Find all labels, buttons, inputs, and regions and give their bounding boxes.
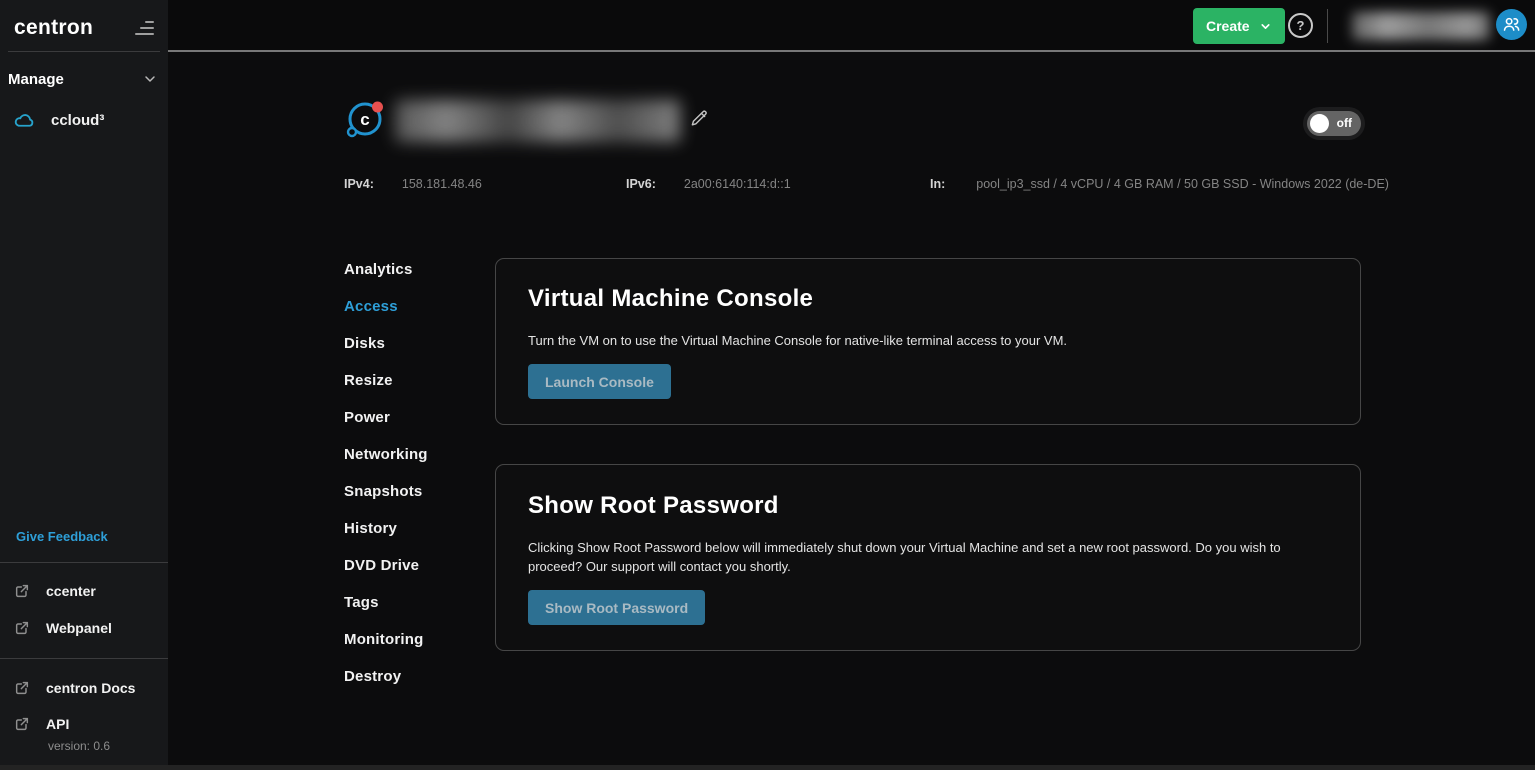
create-button[interactable]: Create	[1193, 8, 1285, 44]
sidebar-link-api[interactable]: API	[0, 712, 168, 736]
vm-name-redacted	[395, 100, 680, 142]
external-link-icon	[14, 583, 30, 599]
ipv6-label: IPv6:	[626, 177, 656, 191]
tab-resize[interactable]: Resize	[344, 373, 428, 389]
tab-monitoring[interactable]: Monitoring	[344, 632, 428, 648]
chevron-down-icon	[142, 71, 158, 87]
cloud-icon	[14, 110, 35, 131]
vm-subnav: Analytics Access Disks Resize Power Netw…	[344, 262, 428, 706]
sidebar-link-label: Webpanel	[46, 620, 112, 636]
sidebar-section-manage[interactable]: Manage	[8, 68, 158, 90]
tab-destroy[interactable]: Destroy	[344, 669, 428, 685]
tab-dvd-drive[interactable]: DVD Drive	[344, 558, 428, 574]
toggle-knob	[1310, 114, 1329, 133]
sidebar-link-ccenter[interactable]: ccenter	[0, 579, 168, 603]
launch-console-button[interactable]: Launch Console	[528, 364, 671, 399]
external-link-icon	[14, 680, 30, 696]
show-root-password-button[interactable]: Show Root Password	[528, 590, 705, 625]
chevron-down-icon	[1259, 20, 1272, 33]
tab-history[interactable]: History	[344, 521, 428, 537]
sidebar-divider	[0, 658, 168, 659]
toggle-state-label: off	[1337, 111, 1352, 136]
root-password-card-title: Show Root Password	[528, 493, 1328, 519]
give-feedback-link[interactable]: Give Feedback	[16, 529, 108, 544]
sidebar-link-webpanel[interactable]: Webpanel	[0, 616, 168, 640]
horizontal-scrollbar[interactable]	[0, 765, 1535, 770]
account-menu-button[interactable]	[1496, 9, 1527, 40]
tab-networking[interactable]: Networking	[344, 447, 428, 463]
sidebar: centron Manage ccloud³ Give Feedback cce…	[0, 0, 168, 770]
plan-label: In:	[930, 177, 945, 191]
top-bar: Create ?	[168, 0, 1535, 52]
edit-name-icon[interactable]	[690, 109, 709, 128]
sidebar-divider	[0, 562, 168, 563]
create-button-label: Create	[1206, 18, 1250, 34]
root-password-card-description: Clicking Show Root Password below will i…	[528, 538, 1328, 576]
console-card: Virtual Machine Console Turn the VM on t…	[495, 258, 1361, 425]
root-password-card: Show Root Password Clicking Show Root Pa…	[495, 464, 1361, 651]
external-link-icon	[14, 716, 30, 732]
tab-snapshots[interactable]: Snapshots	[344, 484, 428, 500]
plan-value: pool_ip3_ssd / 4 vCPU / 4 GB RAM / 50 GB…	[976, 177, 1389, 191]
manage-label: Manage	[8, 71, 64, 88]
ipv4-label: IPv4:	[344, 177, 374, 191]
header-divider	[1327, 9, 1328, 43]
sidebar-divider	[8, 51, 160, 52]
main-content: c off IPv4: 158.181.48.46 IPv6: 2a00:614…	[168, 52, 1535, 770]
sidebar-link-label: API	[46, 716, 69, 732]
brand-logo: centron	[14, 16, 93, 40]
username-redacted	[1352, 12, 1490, 40]
plan-info: In: pool_ip3_ssd / 4 vCPU / 4 GB RAM / 5…	[930, 177, 1389, 191]
svg-text:c: c	[360, 110, 369, 129]
ipv4-value: 158.181.48.46	[402, 177, 482, 191]
tab-tags[interactable]: Tags	[344, 595, 428, 611]
sidebar-link-label: ccenter	[46, 583, 96, 599]
api-version-label: version: 0.6	[48, 739, 110, 753]
console-card-title: Virtual Machine Console	[528, 286, 1328, 312]
external-link-icon	[14, 620, 30, 636]
ipv6-value: 2a00:6140:114:d::1	[684, 177, 791, 191]
tab-power[interactable]: Power	[344, 410, 428, 426]
sidebar-link-label: centron Docs	[46, 680, 135, 696]
menu-collapse-icon[interactable]	[134, 21, 154, 35]
help-icon[interactable]: ?	[1288, 13, 1313, 38]
console-card-description: Turn the VM on to use the Virtual Machin…	[528, 331, 1328, 350]
ipv4-info: IPv4: 158.181.48.46	[344, 177, 482, 191]
tab-disks[interactable]: Disks	[344, 336, 428, 352]
sidebar-item-label: ccloud³	[51, 112, 104, 129]
users-icon	[1502, 15, 1521, 34]
ipv6-info: IPv6: 2a00:6140:114:d::1	[626, 177, 791, 191]
power-toggle[interactable]: off	[1307, 111, 1361, 136]
sidebar-item-ccloud[interactable]: ccloud³	[0, 106, 168, 134]
vm-avatar-icon: c	[344, 98, 386, 140]
tab-analytics[interactable]: Analytics	[344, 262, 428, 278]
sidebar-link-docs[interactable]: centron Docs	[0, 676, 168, 700]
tab-access[interactable]: Access	[344, 299, 428, 315]
